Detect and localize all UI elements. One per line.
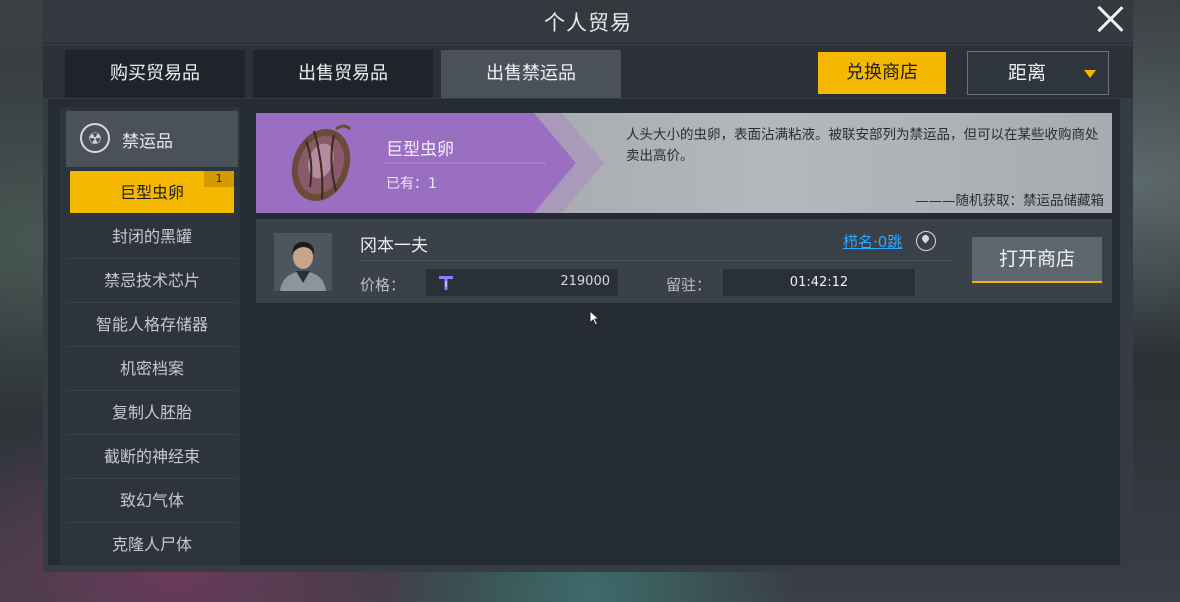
stay-time-value: 01:42:12 xyxy=(723,269,915,296)
radiation-icon: ☢ xyxy=(80,123,110,153)
giant-egg-image xyxy=(291,124,352,202)
item-source: ———随机获取：禁运品储藏箱 xyxy=(915,193,1104,209)
tab-bar: 购买贸易品 出售贸易品 出售禁运品 兑换商店 距离 xyxy=(43,46,1133,98)
category-header[interactable]: ☢ 禁运品 xyxy=(66,111,238,167)
tab-sell-contraband[interactable]: 出售禁运品 xyxy=(441,50,621,98)
content-area: ☢ 禁运品 巨型虫卵 1 封闭的黑罐 禁忌技术芯片 智能人格存储器 机密档案 复… xyxy=(48,99,1120,565)
contraband-sidebar: ☢ 禁运品 巨型虫卵 1 封闭的黑罐 禁忌技术芯片 智能人格存储器 机密档案 复… xyxy=(60,107,240,565)
seller-name: 冈本一夫 xyxy=(360,236,428,256)
sidebar-item-severed-nerve[interactable]: 截断的神经束 xyxy=(66,435,238,479)
title-bar: 个人贸易 xyxy=(43,0,1133,44)
open-shop-button[interactable]: 打开商店 xyxy=(972,237,1102,283)
divider xyxy=(360,260,952,261)
location-pin-icon[interactable] xyxy=(916,231,936,251)
stay-label: 留驻： xyxy=(666,276,712,294)
tab-buy-trade-goods[interactable]: 购买贸易品 xyxy=(65,50,245,98)
sidebar-item-clone-corpse[interactable]: 克隆人尸体 xyxy=(66,523,238,565)
sidebar-item-replicant-embryo[interactable]: 复制人胚胎 xyxy=(66,391,238,435)
price-label: 价格： xyxy=(360,276,406,294)
item-owned-count: 已有：1 xyxy=(386,176,437,192)
tab-sell-trade-goods[interactable]: 出售贸易品 xyxy=(253,50,433,98)
sidebar-item-hallucinogenic-gas[interactable]: 致幻气体 xyxy=(66,479,238,523)
currency-icon xyxy=(439,276,453,290)
seller-avatar xyxy=(274,233,332,291)
sidebar-item-sealed-canister[interactable]: 封闭的黑罐 xyxy=(66,215,238,259)
sidebar-item-ai-storage[interactable]: 智能人格存储器 xyxy=(66,303,238,347)
count-badge: 1 xyxy=(204,171,234,187)
item-info-banner: 巨型虫卵 已有：1 人头大小的虫卵，表面沾满粘液。被联安部列为禁运品，但可以在某… xyxy=(256,113,1112,213)
distance-sort-dropdown[interactable]: 距离 xyxy=(967,51,1109,95)
chevron-down-icon xyxy=(1084,70,1096,78)
price-value: 219000 xyxy=(560,274,610,289)
mouse-cursor-icon xyxy=(589,310,601,326)
exchange-shop-button[interactable]: 兑换商店 xyxy=(818,52,946,94)
item-name: 巨型虫卵 xyxy=(386,140,454,160)
personal-trade-window: 个人贸易 购买贸易品 出售贸易品 出售禁运品 兑换商店 距离 ☢ 禁运品 巨型虫… xyxy=(43,0,1133,572)
item-description: 人头大小的虫卵，表面沾满粘液。被联安部列为禁运品，但可以在某些收购商处卖出高价。 xyxy=(626,127,1099,164)
window-title: 个人贸易 xyxy=(544,11,632,35)
location-jump-link[interactable]: 栉名·0跳 xyxy=(843,231,902,252)
sidebar-item-forbidden-chip[interactable]: 禁忌技术芯片 xyxy=(66,259,238,303)
distance-label: 距离 xyxy=(1008,62,1047,84)
sidebar-item-label: 巨型虫卵 xyxy=(119,183,184,202)
sidebar-item-classified-files[interactable]: 机密档案 xyxy=(66,347,238,391)
price-field: 219000 xyxy=(426,269,618,296)
close-icon[interactable] xyxy=(1095,4,1125,34)
category-label: 禁运品 xyxy=(122,132,173,152)
seller-row: 冈本一夫 栉名·0跳 价格： 219000 留驻： 01:42:12 打开商店 xyxy=(256,219,1112,303)
sidebar-item-giant-egg[interactable]: 巨型虫卵 1 xyxy=(70,171,234,213)
